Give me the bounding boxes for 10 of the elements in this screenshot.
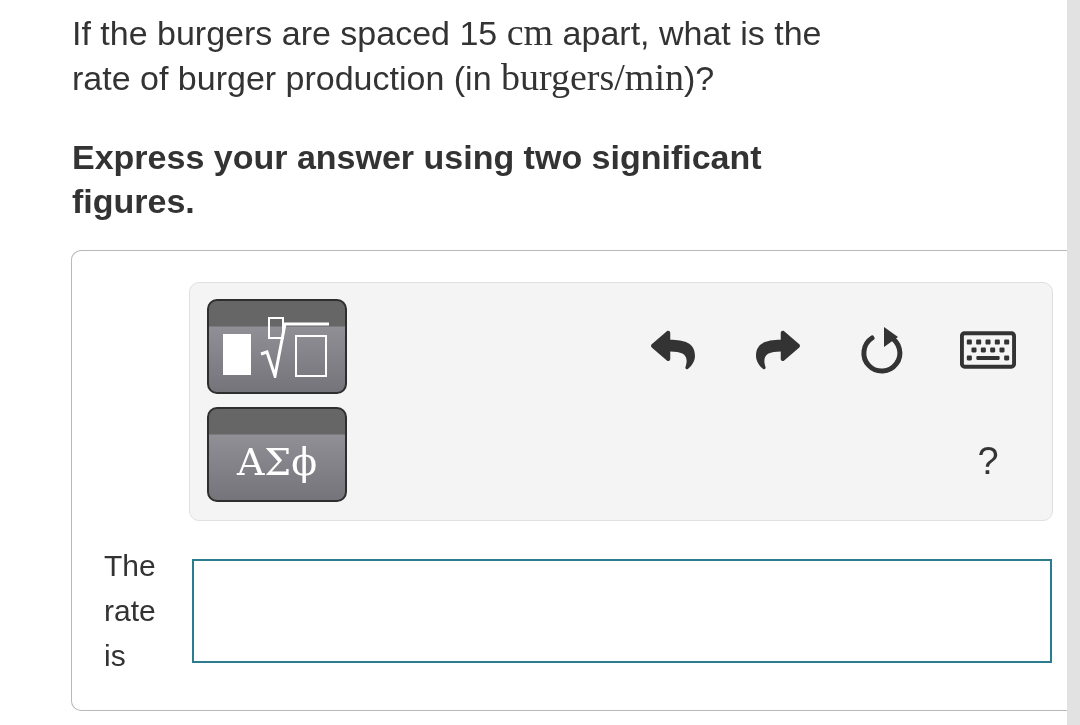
answer-input-field[interactable] — [192, 559, 1052, 663]
help-button[interactable]: ? — [958, 431, 1018, 491]
square-root-template-icon — [223, 315, 331, 378]
answer-label: The rate is — [104, 548, 157, 674]
greek-symbols-button[interactable]: ΑΣϕ — [207, 407, 347, 502]
question-text: If the burgers are spaced 15 cm apart, what is the rate of burger production (in burgers/min)? — [72, 10, 823, 100]
redo-icon — [756, 328, 800, 372]
instruction-text: Express your answer using two significant figures. — [72, 137, 763, 222]
templates-button[interactable] — [207, 299, 347, 394]
undo-icon — [651, 328, 695, 372]
